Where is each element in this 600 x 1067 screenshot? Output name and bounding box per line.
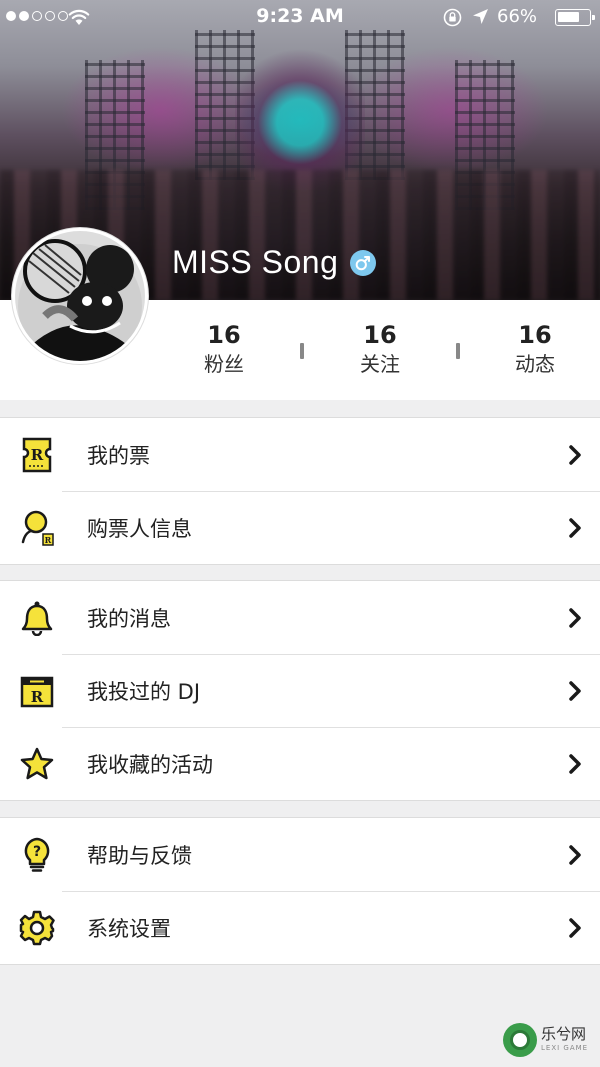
rotation-lock-icon: [443, 8, 462, 27]
stat-posts[interactable]: 16 动态: [480, 320, 590, 378]
stat-label: 粉丝: [204, 352, 244, 376]
stat-value: 16: [518, 321, 552, 349]
stat-label: 动态: [515, 352, 555, 376]
star-icon: [18, 745, 56, 783]
menu-item-label: 帮助与反馈: [87, 843, 192, 868]
menu-item-label: 我的消息: [87, 606, 171, 631]
avatar[interactable]: [12, 228, 148, 364]
svg-text:R: R: [31, 446, 44, 464]
menu-item-my-messages[interactable]: 我的消息: [0, 581, 600, 654]
male-symbol-icon: [350, 249, 377, 276]
menu-item-label: 购票人信息: [87, 516, 192, 541]
stat-fans[interactable]: 16 粉丝: [169, 320, 279, 378]
stat-divider: [300, 343, 304, 359]
chevron-right-icon: [569, 845, 581, 865]
battery-percent: 66%: [497, 6, 538, 27]
stat-label: 关注: [360, 352, 400, 376]
menu-group-settings: ? 帮助与反馈 系统设置: [0, 817, 600, 965]
ticket-icon: R: [18, 436, 56, 474]
stat-value: 16: [363, 321, 397, 349]
stat-following[interactable]: 16 关注: [325, 320, 435, 378]
menu-item-buyer-info[interactable]: R 购票人信息: [0, 491, 600, 564]
menu-group-activity: 我的消息 R 我投过的 DJ 我收藏的活动: [0, 580, 600, 801]
watermark-subtext: LEXI GAME: [541, 1044, 589, 1052]
svg-text:R: R: [31, 688, 44, 706]
buyer-info-icon: R: [18, 509, 56, 547]
status-bar: 9:23 AM 66%: [0, 0, 600, 36]
profile-name: MISS Song: [172, 244, 339, 280]
menu-item-label: 系统设置: [87, 916, 171, 941]
location-arrow-icon: [473, 9, 488, 24]
ballot-box-icon: R: [18, 672, 56, 710]
chevron-right-icon: [569, 681, 581, 701]
svg-text:R: R: [45, 535, 52, 545]
avatar-image: [15, 231, 145, 361]
menu-item-label: 我投过的 DJ: [87, 679, 201, 704]
menu-item-my-tickets[interactable]: R 我的票: [0, 418, 600, 491]
bell-icon: [18, 599, 56, 637]
chevron-right-icon: [569, 608, 581, 628]
settings-gear-icon: [18, 909, 56, 947]
menu-item-favorite-events[interactable]: 我收藏的活动: [0, 727, 600, 800]
svg-text:?: ?: [33, 844, 41, 860]
menu-item-system-settings[interactable]: 系统设置: [0, 891, 600, 964]
stat-value: 16: [207, 321, 241, 349]
profile-screen: 9:23 AM 66% 16 粉丝 16 关注 16 动态 MISS Song: [0, 0, 600, 1067]
menu-group-tickets: R 我的票 R 购票人信息: [0, 417, 600, 565]
watermark-logo-icon: [503, 1023, 537, 1057]
stat-divider: [456, 343, 460, 359]
help-bulb-icon: ?: [18, 836, 56, 874]
menu-item-label: 我的票: [87, 443, 150, 468]
battery-icon: [555, 9, 595, 26]
chevron-right-icon: [569, 518, 581, 538]
chevron-right-icon: [569, 445, 581, 465]
chevron-right-icon: [569, 754, 581, 774]
chevron-right-icon: [569, 918, 581, 938]
stage-light: [235, 40, 365, 190]
profile-header: MISS Song: [172, 244, 377, 281]
menu-item-voted-djs[interactable]: R 我投过的 DJ: [0, 654, 600, 727]
site-watermark: 乐兮网 LEXI GAME: [503, 1021, 598, 1061]
menu-item-label: 我收藏的活动: [87, 752, 213, 777]
menu-item-help-feedback[interactable]: ? 帮助与反馈: [0, 818, 600, 891]
watermark-text: 乐兮网: [541, 1025, 587, 1043]
